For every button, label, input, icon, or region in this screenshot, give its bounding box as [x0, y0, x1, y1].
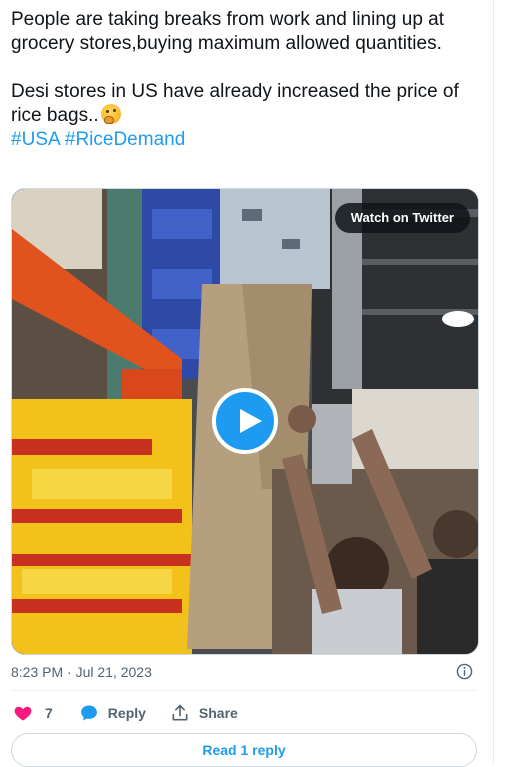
- video-thumbnail[interactable]: Watch on Twitter: [11, 188, 479, 655]
- share-icon: [172, 704, 188, 721]
- hashtags: #USA #RiceDemand: [11, 128, 487, 152]
- watch-on-twitter-button[interactable]: Watch on Twitter: [334, 203, 470, 233]
- reply-label: Reply: [107, 705, 146, 721]
- like-count: 7: [45, 705, 53, 721]
- read-replies-button[interactable]: Read 1 reply: [11, 733, 477, 767]
- tweet-line-2: Desi stores in US have already increased…: [11, 80, 487, 128]
- heart-icon: [14, 706, 32, 721]
- info-icon[interactable]: [456, 663, 473, 680]
- share-button[interactable]: Share: [170, 703, 238, 723]
- tweet-text: People are taking breaks from work and l…: [11, 8, 487, 152]
- like-button[interactable]: 7: [13, 703, 53, 723]
- tweet-actions: 7 Reply Share: [13, 701, 238, 725]
- tweet-timestamp[interactable]: 8:23 PM · Jul 21, 2023: [11, 664, 152, 680]
- tweet-line-2-text: Desi stores in US have already increased…: [11, 81, 459, 126]
- reply-button[interactable]: Reply: [79, 703, 146, 723]
- hashtag-ricedemand-link[interactable]: #RiceDemand: [65, 129, 185, 150]
- play-icon[interactable]: [212, 388, 278, 454]
- share-label: Share: [198, 705, 238, 721]
- thinking-face-icon: [100, 104, 121, 124]
- reply-bubble-icon: [80, 705, 97, 721]
- hashtag-usa-link[interactable]: #USA: [11, 129, 60, 150]
- tweet-line-1: People are taking breaks from work and l…: [11, 9, 445, 54]
- divider: [11, 690, 477, 691]
- timeline-right-border: [493, 0, 494, 764]
